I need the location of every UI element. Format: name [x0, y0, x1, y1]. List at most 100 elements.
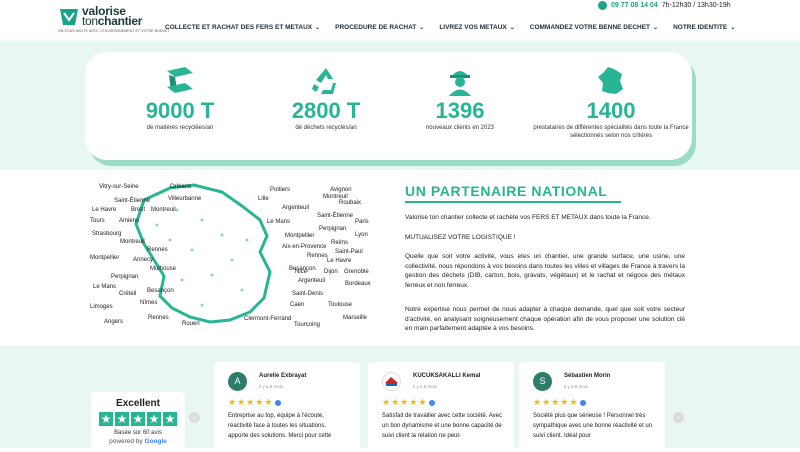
chevron-down-icon: ⌄: [419, 25, 425, 31]
verified-icon: [580, 399, 587, 406]
map-city-label: Reims: [331, 240, 349, 246]
map-city-label: Strasbourg: [92, 231, 122, 237]
map-city-label: Limoges: [90, 304, 113, 310]
rating-count: Basée sur 60 avis: [114, 430, 162, 436]
contact-bar: 09 77 08 14 04 7h-12h30 / 13h30-19h: [598, 1, 731, 10]
star-icon: ★: [115, 412, 129, 426]
map-city-label: Angers: [104, 319, 124, 325]
map-city-label: Paris: [355, 219, 369, 225]
powered-by: powered by Google: [109, 438, 167, 445]
map-city-label: Tours: [90, 218, 105, 224]
stat-label: nouveaux clients en 2023: [425, 125, 495, 131]
site-header: valorise tonchantier ON VOUS INCITE AVEC…: [0, 0, 800, 42]
reviews-prev-button[interactable]: ‹: [189, 412, 200, 423]
review-date: Il y a 6 mois: [564, 384, 589, 389]
stat-value: 2800 T: [291, 98, 361, 123]
france-coverage-map: Vitry-sur-Seine Orléans Saint-Étienne Ville…: [82, 180, 382, 335]
chevron-down-icon: ⌄: [509, 25, 515, 31]
map-city-label: Saint-Étienne: [317, 213, 354, 219]
brand-line-2: tonchantier: [82, 14, 143, 28]
map-city-label: Clermont-Ferrand: [244, 316, 292, 322]
map-city-label: Argenteuil: [282, 205, 310, 211]
star-icon: ★: [147, 412, 161, 426]
reviews-next-button[interactable]: ›: [673, 412, 684, 423]
reviewer-name: Aurelie Exbrayat: [259, 373, 307, 379]
nav-item-identite[interactable]: NOTRE IDENTITE ⌄: [673, 24, 735, 31]
star-icon: ★: [163, 412, 177, 426]
review-text: Société plus que sérieuse ! Personnel tr…: [533, 413, 653, 439]
map-city-label: Argenteuil: [298, 278, 326, 284]
france-map-icon: [598, 67, 623, 94]
avatar: [382, 372, 401, 391]
map-city-label: Orléans: [170, 184, 192, 190]
brand-tagline: ON VOUS INCITE AVEC L'ENVIRONNEMENT ET V…: [58, 29, 170, 33]
map-city-label: Villeurbanne: [168, 196, 202, 202]
star-icon: ★: [99, 412, 113, 426]
main-nav: COLLECTE ET RACHAT DES FERS ET METAUX ⌄ P…: [165, 24, 750, 31]
map-city-label: Avignon: [330, 187, 352, 193]
rating-title: Excellent: [116, 398, 160, 409]
review-stars: ★ ★ ★ ★ ★: [228, 398, 282, 407]
chevron-down-icon: ⌄: [315, 25, 321, 31]
map-city-label: Montpellier: [90, 255, 120, 261]
map-city-label: Caen: [290, 302, 305, 308]
map-city-label: Perpignan: [111, 274, 139, 280]
stat-label: de matières recyclées/an: [146, 125, 214, 131]
reviewer-name: KUCUKSAKALLI Kemal: [413, 373, 481, 379]
map-city-label: Créteil: [119, 291, 137, 297]
review-stars: ★ ★ ★ ★ ★: [382, 398, 436, 407]
company-logo-icon: [385, 377, 398, 386]
map-city-label: Toulouse: [328, 302, 353, 308]
review-card[interactable]: S Sébastien Morin Il y a 6 mois ★ ★ ★ ★ ★ So…: [519, 362, 665, 452]
map-city-label: Montreuil: [120, 239, 145, 245]
map-city-label: Perpignan: [319, 226, 347, 232]
review-card[interactable]: A Aurelie Exbrayat Il y a 6 mois ★ ★ ★ ★ ★ E…: [214, 362, 360, 452]
rating-stars: ★ ★ ★ ★ ★: [91, 412, 185, 426]
recycle-icon: [312, 68, 336, 94]
map-city-label: Le Mans: [267, 219, 291, 225]
nav-item-procedure[interactable]: PROCEDURE DE RACHAT ⌄: [335, 24, 424, 31]
nav-item-collecte[interactable]: COLLECTE ET RACHAT DES FERS ET METAUX ⌄: [165, 24, 320, 31]
avatar: A: [228, 372, 247, 391]
steel-beam-icon: [167, 67, 193, 93]
google-rating-summary[interactable]: Excellent ★ ★ ★ ★ ★ Basée sur 60 avis po…: [91, 392, 185, 448]
map-city-label: Rennes: [147, 247, 168, 253]
map-city-label: Lyon: [355, 232, 368, 238]
nav-item-benne[interactable]: COMMANDEZ VOTRE BENNE DECHET ⌄: [530, 24, 658, 31]
avatar: S: [533, 372, 552, 391]
map-city-label: Montpellier: [285, 233, 315, 239]
map-city-label: Marseille: [343, 315, 368, 321]
map-city-label: Grenoble: [344, 269, 369, 275]
review-date: Il y a 6 mois: [259, 384, 284, 389]
review-stars: ★ ★ ★ ★ ★: [533, 398, 587, 407]
partner-title: UN PARTENAIRE NATIONAL: [405, 183, 608, 199]
map-city-label: Rennes: [148, 315, 169, 321]
map-city-label: Annecy: [133, 257, 154, 263]
nav-item-livrez[interactable]: LIVREZ VOS METAUX ⌄: [439, 24, 514, 31]
partner-paragraph-3: Quelle que soit votre activité, vous ete…: [405, 253, 685, 289]
title-underline: [405, 201, 621, 203]
map-city-label: Lille: [258, 196, 269, 202]
stat-label: prestataires de différentes spécialités …: [533, 125, 689, 139]
review-text: Satisfait de travailler avec cette socié…: [382, 413, 502, 439]
map-city-label: Mulhouse: [150, 266, 177, 272]
stat-value: 1396: [435, 98, 485, 123]
map-city-label: Saint-Denis: [292, 291, 324, 297]
partner-paragraph-1: Valorise ton chantier collecte et rachèt…: [405, 214, 651, 221]
map-city-label: Le Havre: [327, 258, 352, 264]
stat-value: 1400: [586, 98, 636, 123]
map-city-label: Dijon: [324, 269, 338, 275]
map-city-label: Le Havre: [92, 207, 117, 213]
map-city-label: Brest: [131, 207, 146, 213]
map-city-label: Rouen: [182, 321, 200, 327]
review-card[interactable]: KUCUKSAKALLI Kemal Il y a 6 mois ★ ★ ★ ★ ★ S…: [368, 362, 514, 452]
stat-value: 9000 T: [145, 98, 215, 123]
logo[interactable]: valorise tonchantier ON VOUS INCITE AVEC…: [58, 5, 170, 37]
star-icon: ★: [131, 412, 145, 426]
phone-number[interactable]: 09 77 08 14 04: [611, 2, 658, 9]
worker-icon: [449, 71, 471, 96]
map-city-label: Nîmes: [140, 300, 158, 306]
map-city-label: Besançon: [147, 288, 174, 294]
chevron-down-icon: ⌄: [730, 25, 736, 31]
verified-icon: [275, 399, 282, 406]
